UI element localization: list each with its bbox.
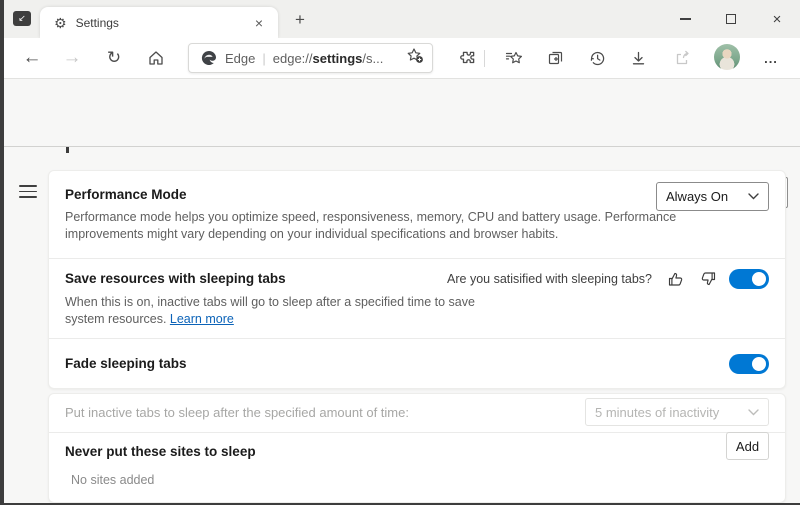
fade-sleeping-tabs-row: Fade sleeping tabs xyxy=(49,338,785,390)
downloads-icon xyxy=(629,49,648,68)
favorites-star-icon xyxy=(504,48,524,68)
sleep-timeout-label: Put inactive tabs to sleep after the spe… xyxy=(65,405,409,420)
url-prefix: edge:// xyxy=(273,51,313,66)
address-bar[interactable]: Edge | edge://settings/s... xyxy=(188,43,433,73)
maximize-button[interactable] xyxy=(708,0,754,38)
minimize-icon xyxy=(680,18,691,19)
sleeping-desc-line1: When this is on, inactive tabs will go t… xyxy=(65,295,475,309)
home-icon xyxy=(147,49,165,67)
window-controls: × xyxy=(662,0,800,38)
puzzle-icon xyxy=(458,49,477,68)
sleeping-tabs-title: Save resources with sleeping tabs xyxy=(65,271,286,286)
performance-mode-value: Always On xyxy=(666,189,728,204)
url-text[interactable]: edge://settings/s... xyxy=(273,51,401,66)
star-plus-icon xyxy=(405,46,424,65)
toolbar: ← → ↻ Edge | edge://settings/s... xyxy=(0,38,800,79)
sleeping-tabs-toggle[interactable] xyxy=(729,269,769,289)
chevron-down-icon xyxy=(748,409,759,416)
thumbs-up-button[interactable] xyxy=(665,268,687,290)
collections-icon xyxy=(546,49,565,68)
history-button[interactable] xyxy=(583,44,611,72)
sleeping-tabs-row: Save resources with sleeping tabs Are yo… xyxy=(49,258,785,338)
new-tab-button[interactable]: + xyxy=(288,8,312,32)
chevron-down-icon xyxy=(748,193,759,200)
favorites-button[interactable] xyxy=(500,44,528,72)
sleep-timeout-row: Put inactive tabs to sleep after the spe… xyxy=(49,394,785,432)
sleep-timeout-value: 5 minutes of inactivity xyxy=(595,405,719,420)
settings-more-button[interactable]: ... xyxy=(757,44,785,72)
thumbs-down-icon xyxy=(699,270,717,288)
never-sleep-title: Never put these sites to sleep xyxy=(65,444,256,459)
never-sleep-row: Never put these sites to sleep Add No si… xyxy=(49,432,785,504)
menu-button[interactable] xyxy=(19,185,37,198)
extensions-button[interactable] xyxy=(453,44,481,72)
sleep-timing-card: Put inactive tabs to sleep after the spe… xyxy=(48,393,786,503)
edge-logo-icon xyxy=(201,50,217,66)
sleep-timeout-dropdown-disabled: 5 minutes of inactivity xyxy=(585,398,769,426)
performance-mode-description: Performance mode helps you optimize spee… xyxy=(65,209,685,243)
site-label: Edge xyxy=(225,51,255,66)
thumbs-up-icon xyxy=(667,270,685,288)
gear-icon: ⚙ xyxy=(54,16,67,30)
forward-button-disabled: → xyxy=(58,44,86,72)
browser-window: ↙ ⚙ Settings × + × ← → ↻ Edge | edge://s… xyxy=(0,0,800,505)
sleeping-tabs-feedback: Are you satisified with sleeping tabs? xyxy=(447,268,769,290)
history-clock-icon xyxy=(588,49,607,68)
home-button[interactable] xyxy=(142,44,170,72)
clipped-heading-fragment xyxy=(66,147,69,153)
share-button-disabled xyxy=(668,44,696,72)
tab-settings[interactable]: ⚙ Settings × xyxy=(40,7,278,38)
tab-title: Settings xyxy=(76,16,250,30)
performance-mode-title: Performance Mode xyxy=(65,187,187,202)
refresh-button[interactable]: ↻ xyxy=(100,44,128,72)
toolbar-divider xyxy=(484,50,485,67)
performance-settings-card: Performance Mode Performance mode helps … xyxy=(48,170,786,389)
fade-sleeping-tabs-toggle[interactable] xyxy=(729,354,769,374)
add-favorite-button[interactable] xyxy=(405,46,424,70)
ellipsis-icon: ... xyxy=(764,51,778,66)
add-site-button[interactable]: Add xyxy=(726,432,769,460)
tab-actions-menu-icon[interactable]: ↙ xyxy=(13,11,31,26)
collections-button[interactable] xyxy=(541,44,569,72)
sleeping-tabs-description: When this is on, inactive tabs will go t… xyxy=(65,294,625,328)
thumbs-down-button[interactable] xyxy=(697,268,719,290)
settings-header: Settings xyxy=(0,79,800,147)
close-button[interactable]: × xyxy=(754,0,800,38)
tab-close-icon[interactable]: × xyxy=(250,14,268,32)
performance-desc-line2: improvements might vary depending on you… xyxy=(65,227,558,241)
back-button[interactable]: ← xyxy=(18,44,46,72)
url-separator: | xyxy=(262,51,265,66)
window-left-border xyxy=(0,0,4,505)
downloads-button[interactable] xyxy=(624,44,652,72)
share-icon xyxy=(673,49,692,68)
fade-sleeping-tabs-title: Fade sleeping tabs xyxy=(65,356,187,371)
no-sites-added-text: No sites added xyxy=(71,473,154,487)
sleeping-desc-line2: system resources. xyxy=(65,312,170,326)
maximize-icon xyxy=(726,14,736,24)
url-suffix: /s... xyxy=(362,51,383,66)
feedback-question: Are you satisified with sleeping tabs? xyxy=(447,272,652,286)
url-host: settings xyxy=(313,51,363,66)
performance-mode-dropdown[interactable]: Always On xyxy=(656,182,769,211)
profile-avatar[interactable] xyxy=(714,44,740,70)
minimize-button[interactable] xyxy=(662,0,708,38)
performance-desc-line1: Performance mode helps you optimize spee… xyxy=(65,210,676,224)
performance-mode-row: Performance Mode Performance mode helps … xyxy=(49,171,785,258)
titlebar: ↙ ⚙ Settings × + × xyxy=(0,0,800,38)
learn-more-link[interactable]: Learn more xyxy=(170,312,234,326)
